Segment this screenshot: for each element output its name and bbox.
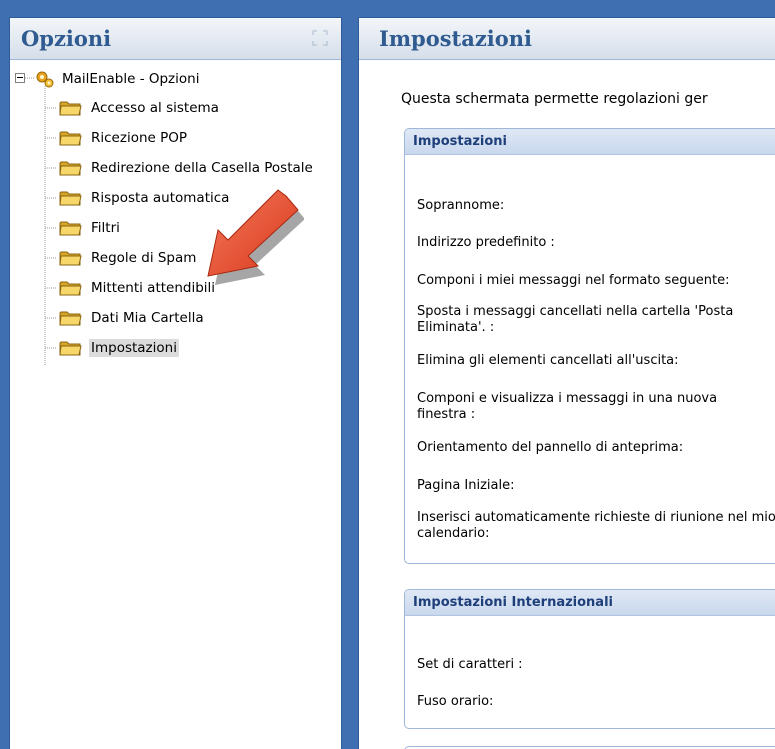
options-panel-title: Opzioni <box>21 26 112 51</box>
settings-panel-header: Impostazioni <box>359 18 775 60</box>
field-default-address-label: Indirizzo predefinito : <box>417 235 555 250</box>
tree-item-label: Accesso al sistema <box>91 100 219 116</box>
field-compose-format-label: Componi i miei messaggi nel formato segu… <box>417 273 730 288</box>
folder-icon <box>59 281 82 295</box>
tree-collapse-toggle[interactable] <box>15 73 25 83</box>
tree-item-label: Risposta automatica <box>91 190 230 206</box>
field-empty-deleted-label: Elimina gli elementi cancellati all'usci… <box>417 353 679 368</box>
field-start-page-label: Pagina Iniziale: <box>417 478 515 493</box>
field-charset-label: Set di caratteri : <box>417 657 523 672</box>
tree-item-label: Regole di Spam <box>91 250 197 266</box>
tree-item[interactable]: Impostazioni <box>59 337 179 359</box>
tree-item-label: Dati Mia Cartella <box>91 310 204 326</box>
options-panel: Opzioni MailEnable - Opzioni Accesso al … <box>9 17 342 749</box>
tree-item-label: Filtri <box>91 220 120 236</box>
folder-icon <box>59 341 82 355</box>
settings-panel-title: Impostazioni <box>379 26 533 51</box>
tree-item[interactable]: Dati Mia Cartella <box>59 307 206 329</box>
tree-item[interactable]: Redirezione della Casella Postale <box>59 157 315 179</box>
tree-root-label: MailEnable - Opzioni <box>62 71 200 87</box>
tree-item[interactable]: Mittenti attendibili <box>59 277 217 299</box>
folder-icon <box>59 311 82 325</box>
field-preview-orientation-label: Orientamento del pannello di anteprima: <box>417 440 684 455</box>
folder-icon <box>59 251 82 265</box>
settings-group-general-title: Impostazioni <box>405 129 775 155</box>
field-move-deleted-label: Sposta i messaggi cancellati nella carte… <box>417 304 734 335</box>
settings-group-general: Impostazioni Soprannome: Indirizzo prede… <box>404 128 775 564</box>
folder-icon <box>59 131 82 145</box>
tree-item[interactable]: Filtri <box>59 217 122 239</box>
tree-root-mailenable[interactable]: MailEnable - Opzioni <box>34 68 201 90</box>
tree-item[interactable]: Risposta automatica <box>59 187 231 209</box>
tree-item-label: Impostazioni <box>89 339 179 357</box>
settings-group-international: Impostazioni Internazionali Set di carat… <box>404 589 775 729</box>
tree-item[interactable]: Accesso al sistema <box>59 97 221 119</box>
settings-intro-text: Questa schermata permette regolazioni ge… <box>401 91 708 107</box>
folder-icon <box>59 221 82 235</box>
field-timezone-label: Fuso orario: <box>417 694 494 709</box>
tree-item-label: Redirezione della Casella Postale <box>91 160 313 176</box>
folder-icon <box>59 191 82 205</box>
tree-item[interactable]: Regole di Spam <box>59 247 198 269</box>
gear-icon <box>36 71 54 88</box>
settings-group-international-title: Impostazioni Internazionali <box>405 590 775 616</box>
field-nickname-label: Soprannome: <box>417 198 505 213</box>
folder-icon <box>59 161 82 175</box>
field-auto-meeting-label: Inserisci automaticamente richieste di r… <box>417 510 775 541</box>
collapse-icon[interactable] <box>311 29 329 47</box>
tree-item-label: Mittenti attendibili <box>91 280 216 296</box>
folder-icon <box>59 101 82 115</box>
field-new-window-label: Componi e visualizza i messaggi in una n… <box>417 391 718 422</box>
settings-panel: Impostazioni Questa schermata permette r… <box>358 17 775 749</box>
options-panel-header: Opzioni <box>10 18 341 60</box>
tree-item[interactable]: Ricezione POP <box>59 127 189 149</box>
tree-item-label: Ricezione POP <box>91 130 188 146</box>
